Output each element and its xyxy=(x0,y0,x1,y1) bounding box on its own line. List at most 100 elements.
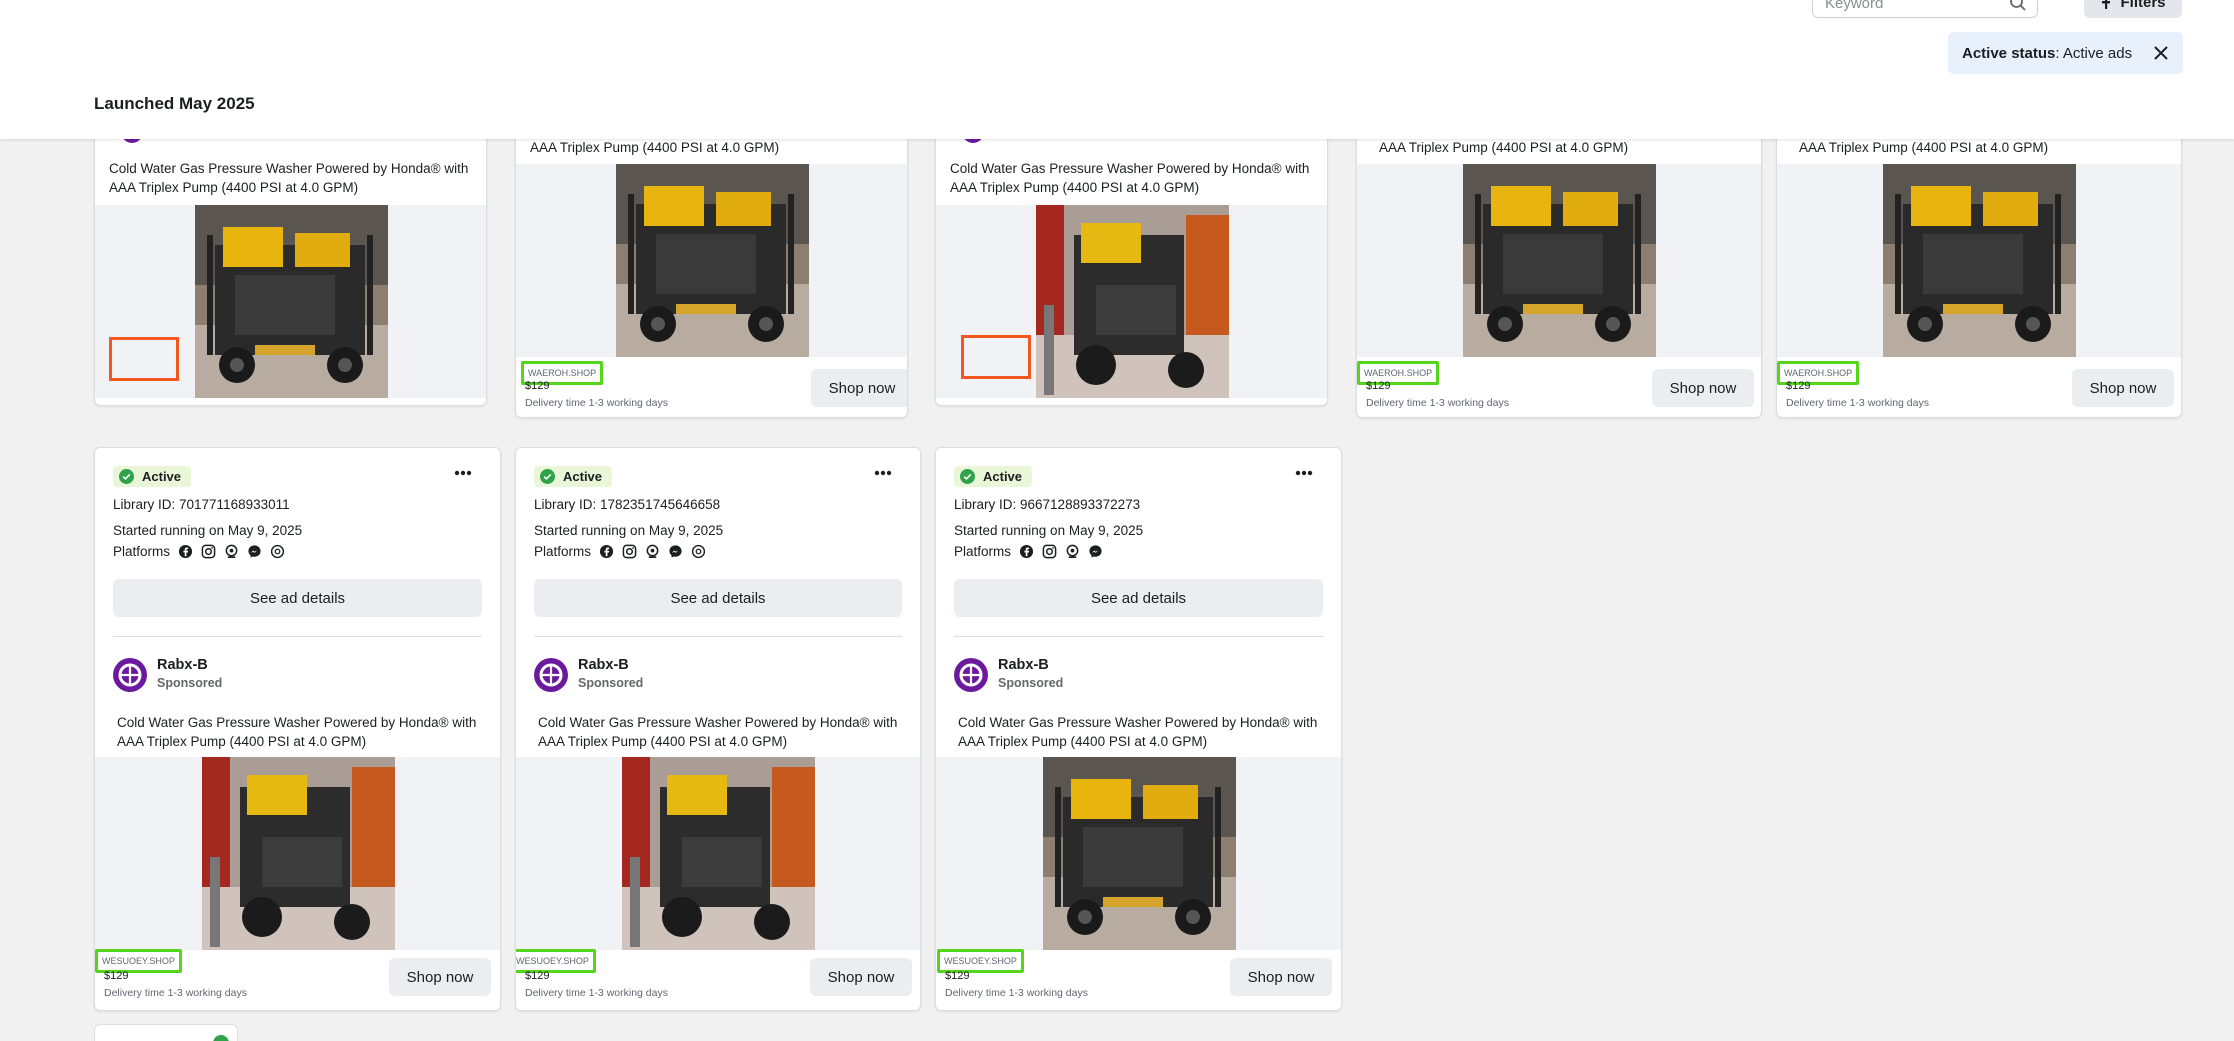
ad-body-text: Cold Water Gas Pressure Washer Powered b… xyxy=(117,715,477,749)
divider xyxy=(954,636,1323,637)
ad-library-page: Filters Active status: Active ads Launch… xyxy=(0,0,2234,1041)
advertiser-avatar[interactable] xyxy=(954,658,988,692)
divider xyxy=(534,636,902,637)
shop-now-button[interactable]: Shop now xyxy=(1652,369,1754,407)
status-badge: Active xyxy=(113,466,192,487)
advertiser-name[interactable]: Rabx-B xyxy=(578,657,629,673)
ad-product-image[interactable] xyxy=(1036,205,1229,398)
check-circle-icon xyxy=(960,469,975,484)
filter-chip-value: : Active ads xyxy=(2055,44,2133,62)
more-options-icon[interactable] xyxy=(874,470,892,476)
platforms-label: Platforms xyxy=(534,544,592,559)
ad-card: Active Library ID: 1782351745646658 Star… xyxy=(515,447,921,1011)
started-running: Started running on May 9, 2025 xyxy=(534,523,724,538)
status-dot xyxy=(213,1035,229,1041)
ad-price: $129 xyxy=(525,970,550,982)
section-title: Launched May 2025 xyxy=(94,94,255,113)
instagram-icon xyxy=(201,544,216,559)
annotation-box xyxy=(961,335,1031,379)
ad-delivery-text: Delivery time 1-3 working days xyxy=(1786,397,1929,409)
see-ad-details-button[interactable]: See ad details xyxy=(113,579,482,617)
shop-now-button[interactable]: Shop now xyxy=(389,958,491,996)
check-circle-icon xyxy=(540,469,555,484)
ad-image-area xyxy=(1777,164,2181,357)
ad-product-image[interactable] xyxy=(195,205,388,398)
advertiser-avatar[interactable] xyxy=(534,658,568,692)
status-row: Active xyxy=(534,466,613,487)
see-ad-details-button[interactable]: See ad details xyxy=(534,579,902,617)
instagram-icon xyxy=(622,544,637,559)
see-ad-details-button[interactable]: See ad details xyxy=(954,579,1323,617)
shop-now-button[interactable]: Shop now xyxy=(810,958,912,996)
status-label: Active xyxy=(142,469,182,484)
ad-product-image[interactable] xyxy=(616,164,809,357)
messenger-icon xyxy=(668,544,683,559)
advertiser-name[interactable]: Rabx-B xyxy=(998,657,1049,673)
library-id: Library ID: 1782351745646658 xyxy=(534,497,721,512)
facebook-icon xyxy=(178,544,193,559)
platforms-row: Platforms xyxy=(113,544,285,559)
keyword-search-input[interactable] xyxy=(1825,0,2005,12)
library-id: Library ID: 701771168933011 xyxy=(113,497,290,512)
started-running: Started running on May 9, 2025 xyxy=(954,523,1144,538)
sponsored-label: Sponsored xyxy=(998,676,1064,690)
ad-product-image[interactable] xyxy=(1883,164,2076,357)
close-icon[interactable] xyxy=(2153,45,2169,61)
filter-icon xyxy=(2102,0,2111,9)
status-label: Active xyxy=(563,469,603,484)
facebook-icon xyxy=(599,544,614,559)
status-badge: Active xyxy=(954,466,1033,487)
ad-body-text: AAA Triplex Pump (4400 PSI at 4.0 GPM) xyxy=(1379,140,1629,155)
audience-network-icon xyxy=(1065,544,1080,559)
filter-chip-key: Active status xyxy=(1962,44,2056,62)
threads-icon xyxy=(691,544,706,559)
shop-now-button[interactable]: Shop now xyxy=(1230,958,1332,996)
platforms-label: Platforms xyxy=(113,544,171,559)
annotation-box xyxy=(109,337,179,381)
ad-price: $129 xyxy=(104,970,129,982)
ad-price: $129 xyxy=(945,970,970,982)
platforms-row: Platforms xyxy=(534,544,706,559)
ad-image-area xyxy=(516,164,907,357)
keyword-search[interactable] xyxy=(1812,0,2038,18)
shop-now-button[interactable]: Shop now xyxy=(811,369,907,407)
audience-network-icon xyxy=(645,544,660,559)
advertiser-avatar[interactable] xyxy=(113,658,147,692)
filters-label: Filters xyxy=(2120,0,2166,11)
status-row: Active xyxy=(113,466,192,487)
filters-button[interactable]: Filters xyxy=(2084,0,2182,18)
shop-now-button[interactable]: Shop now xyxy=(2072,369,2174,407)
instagram-icon xyxy=(1042,544,1057,559)
ad-body-text: AAA Triplex Pump (4400 PSI at 4.0 GPM) xyxy=(530,140,780,155)
partial-card-bottom[interactable] xyxy=(94,1024,238,1041)
ad-delivery-text: Delivery time 1-3 working days xyxy=(945,987,1088,999)
ad-body-text: Cold Water Gas Pressure Washer Powered b… xyxy=(109,161,469,195)
divider xyxy=(113,636,482,637)
check-circle-icon xyxy=(119,469,134,484)
ad-card: Active Library ID: 9667128893372273 Star… xyxy=(935,447,1342,1011)
more-options-icon[interactable] xyxy=(1295,470,1313,476)
ad-image-area xyxy=(1357,164,1761,357)
ad-product-image[interactable] xyxy=(1043,757,1236,950)
sponsored-label: Sponsored xyxy=(578,676,644,690)
status-row: Active xyxy=(954,466,1033,487)
ad-body-text: Cold Water Gas Pressure Washer Powered b… xyxy=(958,715,1318,749)
messenger-icon xyxy=(1088,544,1103,559)
active-status-filter-chip[interactable]: Active status: Active ads xyxy=(1948,32,2183,74)
ad-product-image[interactable] xyxy=(202,757,395,950)
sponsored-label: Sponsored xyxy=(157,676,223,690)
ad-price: $129 xyxy=(525,380,550,392)
started-running: Started running on May 9, 2025 xyxy=(113,523,303,538)
messenger-icon xyxy=(247,544,262,559)
ad-price: $129 xyxy=(1366,380,1391,392)
ad-image-area xyxy=(95,757,500,950)
ad-image-area xyxy=(516,757,920,950)
more-options-icon[interactable] xyxy=(454,470,472,476)
ad-product-image[interactable] xyxy=(622,757,815,950)
ad-image-area xyxy=(936,757,1341,950)
ad-product-image[interactable] xyxy=(1463,164,1656,357)
audience-network-icon xyxy=(224,544,239,559)
search-icon[interactable] xyxy=(2009,0,2027,12)
ad-body-text: Cold Water Gas Pressure Washer Powered b… xyxy=(538,715,898,749)
advertiser-name[interactable]: Rabx-B xyxy=(157,657,208,673)
